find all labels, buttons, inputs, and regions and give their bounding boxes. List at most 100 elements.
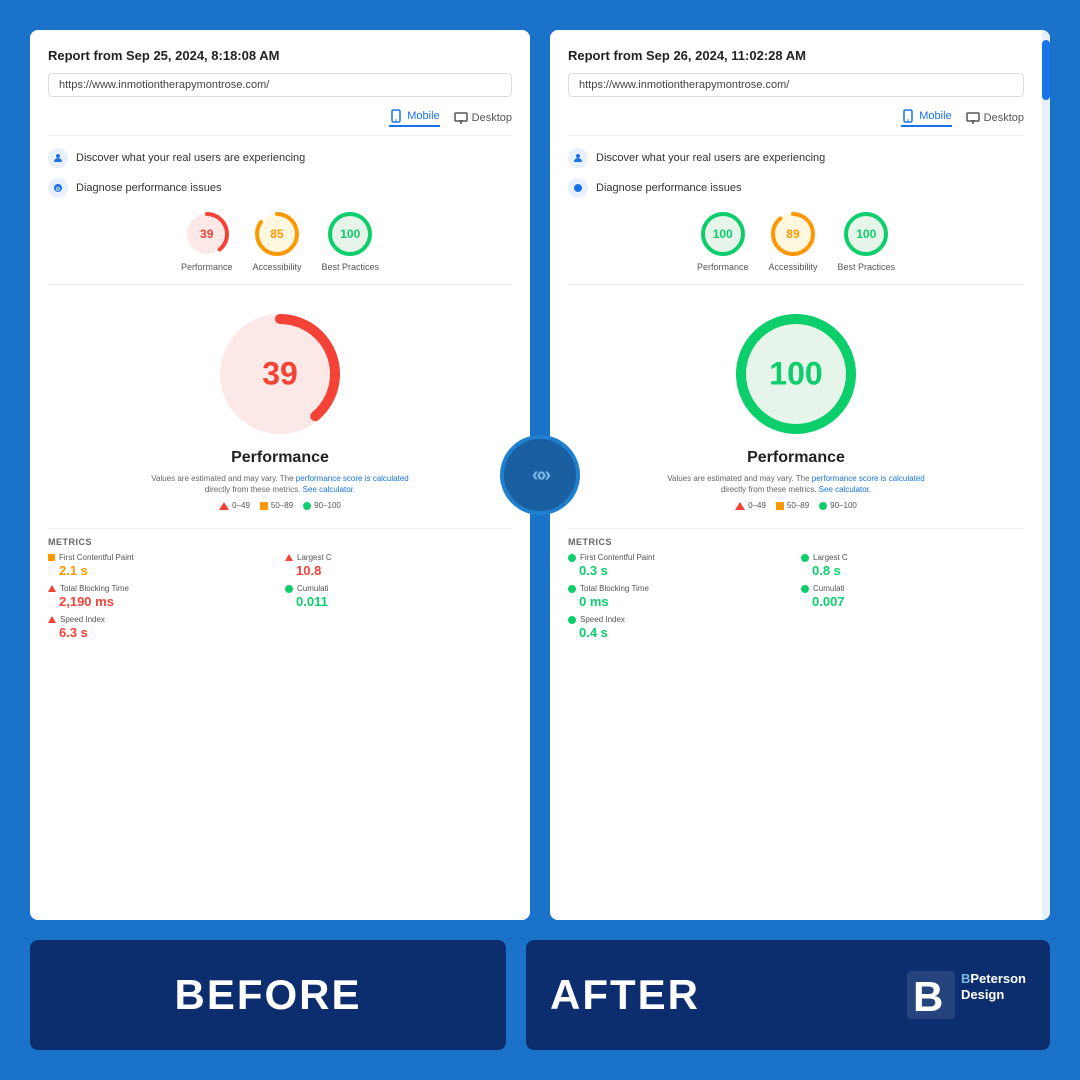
after-discover-icon — [568, 148, 588, 168]
after-url-bar: https://www.inmotiontherapymontrose.com/ — [568, 73, 1024, 97]
before-lcp-icon — [285, 554, 293, 561]
after-mobile-icon — [901, 109, 915, 123]
before-bp-value: 100 — [340, 227, 360, 241]
before-cls-value: 0.011 — [296, 594, 512, 609]
before-tbt-name: Total Blocking Time — [60, 584, 129, 593]
before-legend-good: 90–100 — [303, 501, 341, 510]
after-legend: 0–49 50–89 90–100 — [735, 501, 857, 510]
before-big-value: 39 — [262, 356, 298, 393]
before-acc-value: 85 — [270, 227, 283, 241]
after-metric-cls: Cumulati 0.007 — [801, 584, 1024, 609]
after-si-value: 0.4 s — [579, 625, 791, 640]
before-score-note: Values are estimated and may vary. The p… — [151, 473, 408, 495]
desktop-icon — [454, 111, 468, 125]
after-cls-icon — [801, 585, 809, 593]
after-tab-row: Mobile Desktop — [568, 109, 1024, 136]
before-perf-label: Performance — [181, 262, 233, 272]
before-legend-bad-text: 0–49 — [232, 501, 250, 510]
before-legend-triangle — [219, 502, 229, 510]
before-tbt-icon — [48, 585, 56, 592]
before-url-bar: https://www.inmotiontherapymontrose.com/ — [48, 73, 512, 97]
after-scrollbar[interactable] — [1042, 30, 1050, 920]
after-legend-bad-text: 0–49 — [748, 501, 766, 510]
brand-name-b: BPeterson — [961, 971, 1026, 987]
after-mobile-label: Mobile — [919, 110, 951, 122]
before-divider — [48, 284, 512, 285]
after-legend-triangle — [735, 502, 745, 510]
before-big-circle: 39 — [215, 309, 345, 439]
before-scores-row: 39 Performance 85 Accessib — [48, 210, 512, 272]
after-tab-mobile[interactable]: Mobile — [901, 109, 951, 127]
before-metric-tbt: Total Blocking Time 2,190 ms — [48, 584, 275, 609]
before-lcp-value: 10.8 — [296, 563, 512, 578]
before-discover-text: Discover what your real users are experi… — [76, 152, 305, 164]
after-label-text: AFTER — [550, 971, 700, 1019]
before-score-bestpractices: 100 Best Practices — [322, 210, 380, 272]
right-arrows: » — [540, 464, 548, 487]
after-report-title: Report from Sep 26, 2024, 11:02:28 AM — [568, 48, 1024, 63]
before-tbt-value: 2,190 ms — [59, 594, 275, 609]
after-score-performance: 100 Performance — [697, 210, 749, 272]
before-diagnose-text: Diagnose performance issues — [76, 182, 222, 194]
brand-name-design: Design — [961, 987, 1026, 1003]
after-lcp-name: Largest C — [813, 553, 848, 562]
panels-row: Report from Sep 25, 2024, 8:18:08 AM htt… — [30, 30, 1050, 920]
before-legend-dot — [303, 502, 311, 510]
after-diagnose-icon — [568, 178, 588, 198]
before-si-name: Speed Index — [60, 615, 105, 624]
after-perf-circle: 100 — [699, 210, 747, 258]
after-legend-bad: 0–49 — [735, 501, 766, 510]
center-divider: « » — [500, 435, 580, 515]
after-bp-label: Best Practices — [838, 262, 896, 272]
before-legend-bad: 0–49 — [219, 501, 250, 510]
before-mobile-label: Mobile — [407, 110, 439, 122]
before-desktop-label: Desktop — [472, 112, 512, 124]
before-discover-row: Discover what your real users are experi… — [48, 148, 512, 168]
arrows-circle: « » — [500, 435, 580, 515]
before-perf-value: 39 — [200, 227, 213, 241]
before-tab-desktop[interactable]: Desktop — [454, 109, 512, 127]
after-legend-dot — [819, 502, 827, 510]
before-big-score-section: 39 Performance Values are estimated and … — [48, 293, 512, 528]
before-legend-ok-text: 50–89 — [271, 501, 293, 510]
before-cls-icon — [285, 585, 293, 593]
after-desktop-icon — [966, 111, 980, 125]
before-legend-good-text: 90–100 — [314, 501, 341, 510]
after-acc-circle: 89 — [769, 210, 817, 258]
after-tab-desktop[interactable]: Desktop — [966, 109, 1024, 127]
before-report-title: Report from Sep 25, 2024, 8:18:08 AM — [48, 48, 512, 63]
after-desktop-label: Desktop — [984, 112, 1024, 124]
after-discover-text: Discover what your real users are experi… — [596, 152, 825, 164]
after-legend-good: 90–100 — [819, 501, 857, 510]
before-acc-circle: 85 — [253, 210, 301, 258]
after-si-icon — [568, 616, 576, 624]
after-big-circle: 100 — [731, 309, 861, 439]
after-fcp-value: 0.3 s — [579, 563, 791, 578]
after-tbt-name: Total Blocking Time — [580, 584, 649, 593]
after-discover-row: Discover what your real users are experi… — [568, 148, 1024, 168]
before-legend-ok: 50–89 — [260, 501, 293, 510]
before-metric-lcp: Largest C 10.8 — [285, 553, 512, 578]
after-bp-circle: 100 — [842, 210, 890, 258]
before-bp-label: Best Practices — [322, 262, 380, 272]
after-legend-ok: 50–89 — [776, 501, 809, 510]
before-si-value: 6.3 s — [59, 625, 275, 640]
after-tbt-value: 0 ms — [579, 594, 791, 609]
after-metric-lcp: Largest C 0.8 s — [801, 553, 1024, 578]
before-tab-mobile[interactable]: Mobile — [389, 109, 439, 127]
after-diagnose-row: Diagnose performance issues — [568, 178, 1024, 198]
after-legend-ok-text: 50–89 — [787, 501, 809, 510]
before-metric-fcp: First Contentful Paint 2.1 s — [48, 553, 275, 578]
after-big-label: Performance — [747, 449, 845, 467]
after-score-accessibility: 89 Accessibility — [768, 210, 817, 272]
left-arrows: « — [532, 464, 540, 487]
after-legend-good-text: 90–100 — [830, 501, 857, 510]
before-si-icon — [48, 616, 56, 623]
after-scores-row: 100 Performance 89 Accessi — [568, 210, 1024, 272]
after-cls-value: 0.007 — [812, 594, 1024, 609]
after-panel: Report from Sep 26, 2024, 11:02:28 AM ht… — [550, 30, 1050, 920]
after-diagnose-text: Diagnose performance issues — [596, 182, 742, 194]
after-label-box: AFTER B BPeterson Design — [526, 940, 1050, 1050]
before-legend: 0–49 50–89 90–100 — [219, 501, 341, 510]
before-panel: Report from Sep 25, 2024, 8:18:08 AM htt… — [30, 30, 530, 920]
